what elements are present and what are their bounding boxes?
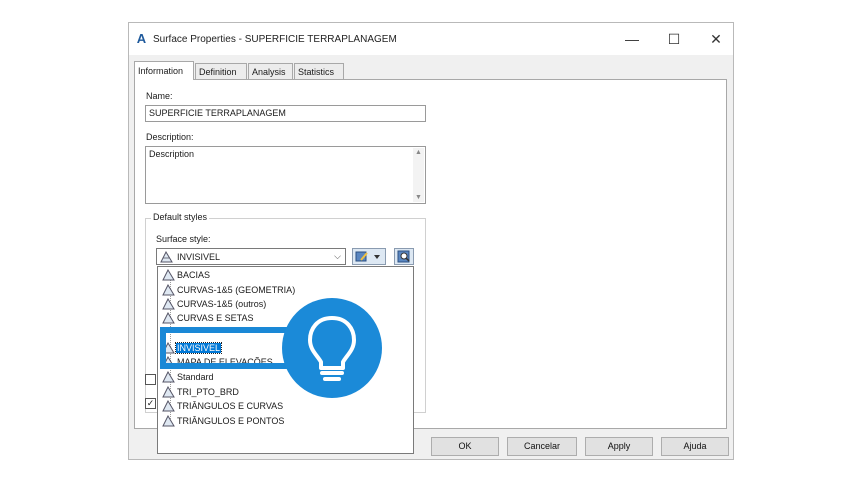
close-button[interactable]: ✕ [701, 29, 731, 49]
tip-badge [282, 298, 382, 398]
surface-style-icon [162, 415, 175, 427]
surface-style-icon [160, 251, 173, 263]
checkbox-1[interactable] [145, 374, 156, 385]
checkbox-2[interactable]: ✓ [145, 398, 156, 409]
apply-button[interactable]: Apply [585, 437, 653, 456]
title-bar[interactable]: A Surface Properties - SUPERFICIE TERRAP… [129, 23, 733, 55]
surface-style-label: Surface style: [156, 234, 211, 244]
name-input[interactable]: SUPERFICIE TERRAPLANAGEM [145, 105, 426, 122]
list-item[interactable]: Standard [162, 371, 215, 384]
description-scrollbar[interactable]: ▲ ▼ [413, 148, 424, 202]
tab-definition[interactable]: Definition [195, 63, 247, 79]
surface-style-icon [162, 400, 175, 412]
surface-style-value: INVISIVEL [177, 252, 221, 262]
surface-style-icon [162, 371, 175, 383]
ok-button[interactable]: OK [431, 437, 499, 456]
description-input[interactable]: Description ▲ ▼ [145, 146, 426, 204]
civil3d-icon: A [136, 31, 147, 46]
window-title: Surface Properties - SUPERFICIE TERRAPLA… [153, 34, 397, 45]
surface-style-icon [162, 312, 175, 324]
cancel-button[interactable]: Cancelar [507, 437, 577, 456]
edit-style-button[interactable] [352, 248, 386, 265]
scroll-down-icon[interactable]: ▼ [413, 194, 424, 201]
surface-style-icon [162, 284, 175, 296]
list-item[interactable]: BACIAS [162, 269, 211, 282]
list-item[interactable]: TRI_PTO_BRD [162, 386, 240, 399]
surface-style-icon [162, 298, 175, 310]
list-item[interactable]: TRIÂNGULOS E CURVAS [162, 400, 284, 413]
tab-analysis[interactable]: Analysis [248, 63, 293, 79]
surface-style-icon [162, 386, 175, 398]
maximize-button[interactable]: ☐ [659, 29, 689, 49]
surface-style-combo[interactable]: INVISIVEL ⌵ [156, 248, 346, 265]
list-item[interactable]: CURVAS-1&5 (GEOMETRIA) [162, 284, 296, 297]
minimize-button[interactable]: — [617, 29, 647, 49]
help-button[interactable]: Ajuda [661, 437, 729, 456]
name-label: Name: [146, 91, 173, 101]
description-text: Description [149, 149, 195, 159]
description-label: Description: [146, 132, 194, 142]
list-item[interactable]: CURVAS-1&5 (outros) [162, 298, 267, 311]
highlight-frame [160, 327, 300, 369]
chevron-down-icon[interactable]: ⌵ [334, 251, 341, 262]
tab-statistics[interactable]: Statistics [294, 63, 344, 79]
list-item[interactable]: TRIÂNGULOS E PONTOS [162, 415, 285, 428]
surface-style-icon [162, 269, 175, 281]
list-item[interactable]: CURVAS E SETAS [162, 312, 255, 325]
tab-information[interactable]: Information [134, 61, 194, 80]
scroll-up-icon[interactable]: ▲ [413, 149, 424, 156]
default-styles-label: Default styles [151, 212, 210, 222]
edit-style-icon [355, 251, 380, 262]
magnifier-icon [397, 250, 410, 263]
preview-style-button[interactable] [394, 248, 414, 265]
lightbulb-icon [308, 316, 356, 381]
